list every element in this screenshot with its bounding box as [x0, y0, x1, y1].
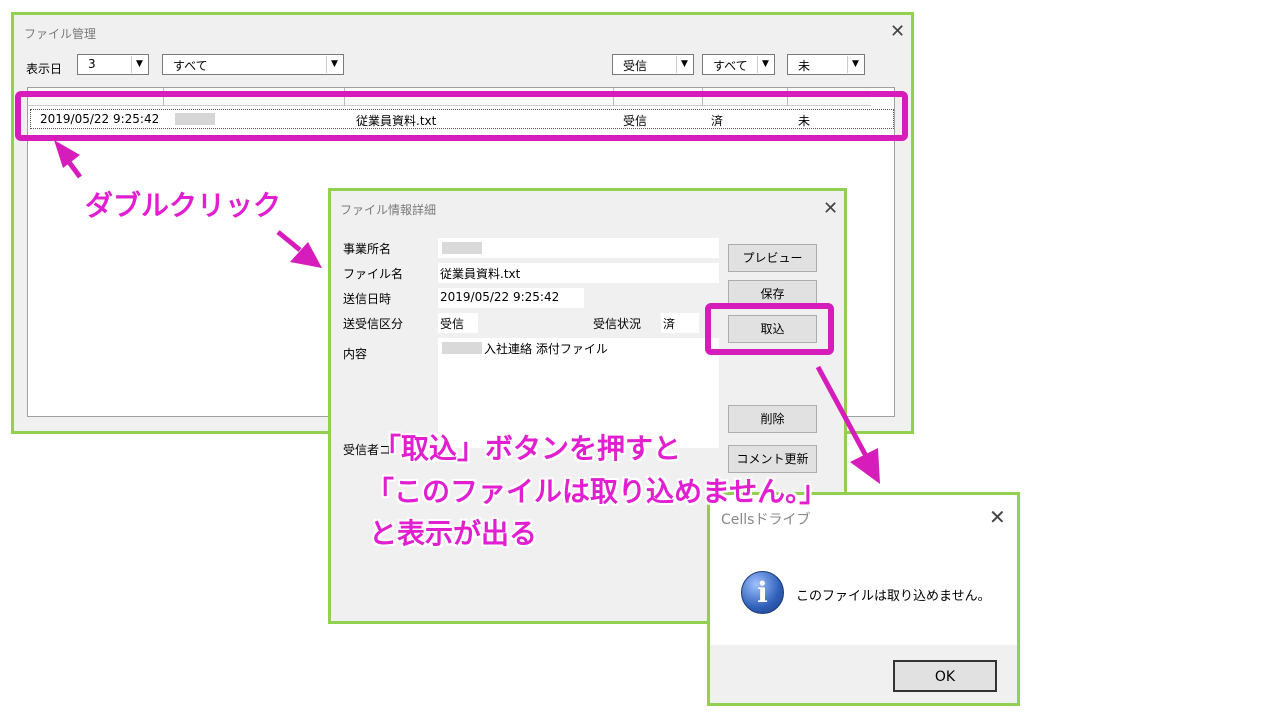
redacted-office: [442, 242, 482, 254]
status-label: 受信状況: [593, 317, 642, 331]
office-label: 事業所名: [343, 242, 392, 256]
type-label: 送受信区分: [343, 317, 404, 331]
office-field[interactable]: [438, 238, 719, 258]
status-field[interactable]: 済: [661, 313, 699, 333]
double-click-note: ダブルクリック: [85, 189, 282, 222]
chevron-down-icon: ▼: [757, 56, 773, 73]
instruction-line-3: と表示が出る: [369, 517, 538, 550]
import-highlight: [705, 303, 834, 355]
close-icon[interactable]: ✕: [890, 23, 905, 41]
type-field[interactable]: 受信: [438, 313, 478, 333]
detail-title: ファイル情報詳細: [340, 203, 437, 217]
status-select[interactable]: 未 ▼: [787, 54, 865, 75]
filename-label: ファイル名: [343, 267, 404, 281]
direction-select[interactable]: 受信 ▼: [612, 54, 694, 75]
chevron-down-icon: ▼: [676, 56, 692, 73]
instruction-line-1: 「取込」ボタンを押すと: [373, 432, 682, 465]
instruction-line-2: 「このファイルは取り込めません。」: [366, 475, 828, 508]
message-box-title: Cellsドライブ: [721, 512, 811, 528]
content-text: 入社連絡 添付ファイル: [484, 342, 608, 356]
info-icon: i: [741, 571, 784, 614]
close-icon[interactable]: ✕: [989, 507, 1006, 527]
days-select[interactable]: 3 ▼: [77, 54, 149, 75]
message-box: Cellsドライブ ✕ i このファイルは取り込めません。 OK: [707, 492, 1020, 706]
content-label: 内容: [343, 347, 368, 361]
comment-update-button[interactable]: コメント更新: [728, 445, 817, 473]
chevron-down-icon: ▼: [326, 56, 342, 73]
chevron-down-icon: ▼: [847, 56, 863, 73]
filter-label: 表示日: [26, 62, 63, 76]
state-select[interactable]: すべて ▼: [702, 54, 775, 75]
row-highlight: [15, 91, 908, 141]
preview-button[interactable]: プレビュー: [728, 244, 817, 272]
filename-field[interactable]: 従業員資料.txt: [438, 263, 719, 283]
category-select[interactable]: すべて ▼: [162, 54, 344, 75]
sent-field[interactable]: 2019/05/22 9:25:42: [438, 288, 584, 308]
close-icon[interactable]: ✕: [823, 200, 838, 218]
delete-button[interactable]: 削除: [728, 405, 817, 433]
window-title: ファイル管理: [24, 27, 97, 41]
chevron-down-icon: ▼: [131, 56, 147, 73]
message-text: このファイルは取り込めません。: [796, 589, 991, 604]
ok-button[interactable]: OK: [893, 660, 997, 692]
redacted-content: [442, 342, 482, 354]
sent-label: 送信日時: [343, 292, 392, 306]
